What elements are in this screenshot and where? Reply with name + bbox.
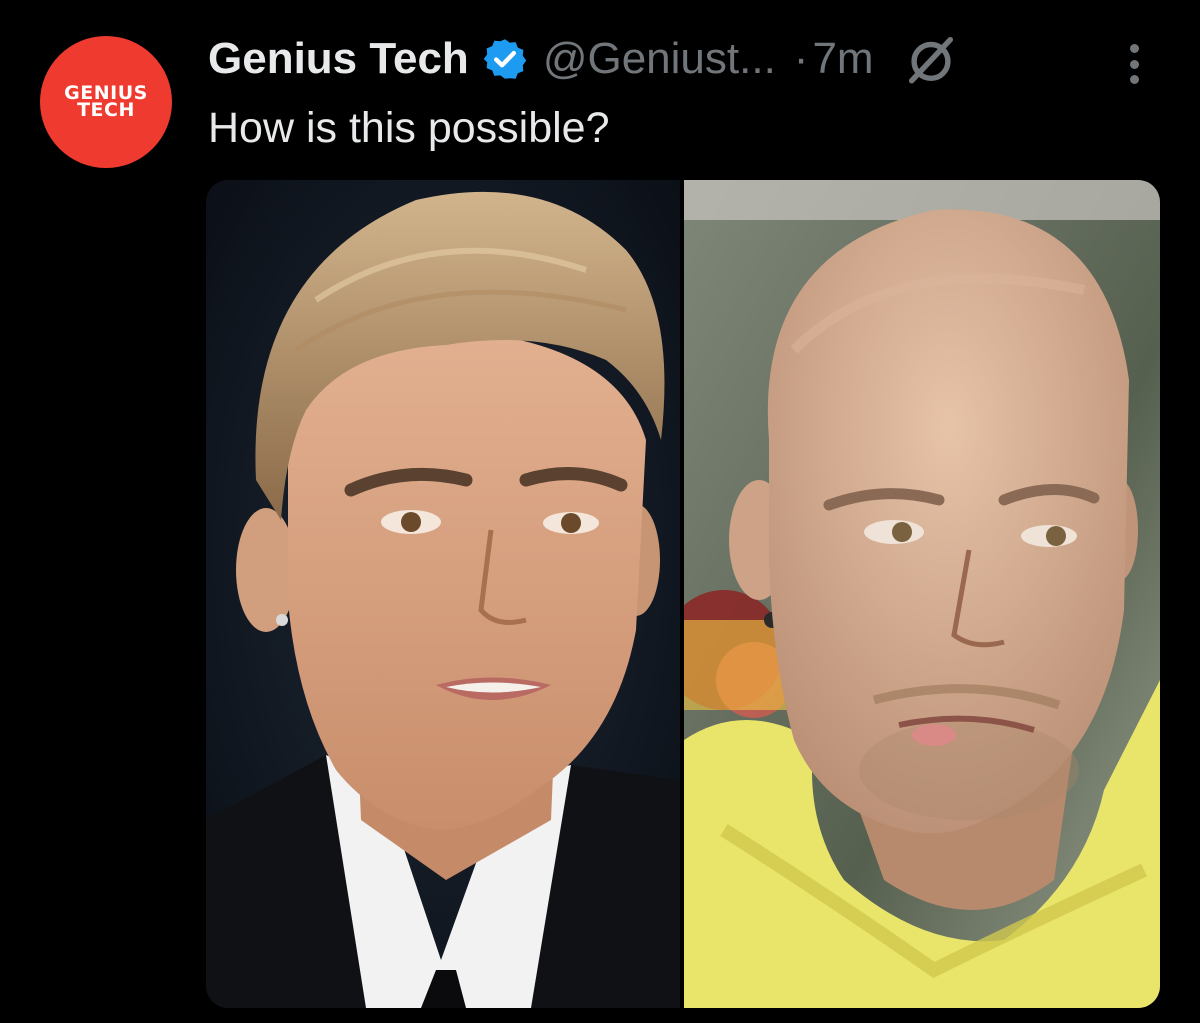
verified-badge-icon[interactable] [483, 37, 527, 81]
grok-icon[interactable] [902, 30, 960, 88]
post-header: Genius Tech @Geniust... · 7m [208, 28, 960, 90]
post-text: How is this possible? [208, 104, 610, 152]
author-name[interactable]: Genius Tech [208, 34, 469, 84]
photo-left[interactable] [206, 180, 680, 1008]
more-options-icon[interactable] [1114, 36, 1154, 92]
post-timestamp[interactable]: 7m [812, 34, 873, 84]
post-media[interactable] [206, 180, 1160, 1008]
avatar-logo-line-2: TECH [77, 99, 135, 121]
separator-dot: · [793, 34, 809, 83]
avatar[interactable]: GENIUS TECH [40, 36, 172, 168]
author-handle[interactable]: @Geniust... [543, 34, 776, 84]
photo-right[interactable] [684, 180, 1160, 1008]
